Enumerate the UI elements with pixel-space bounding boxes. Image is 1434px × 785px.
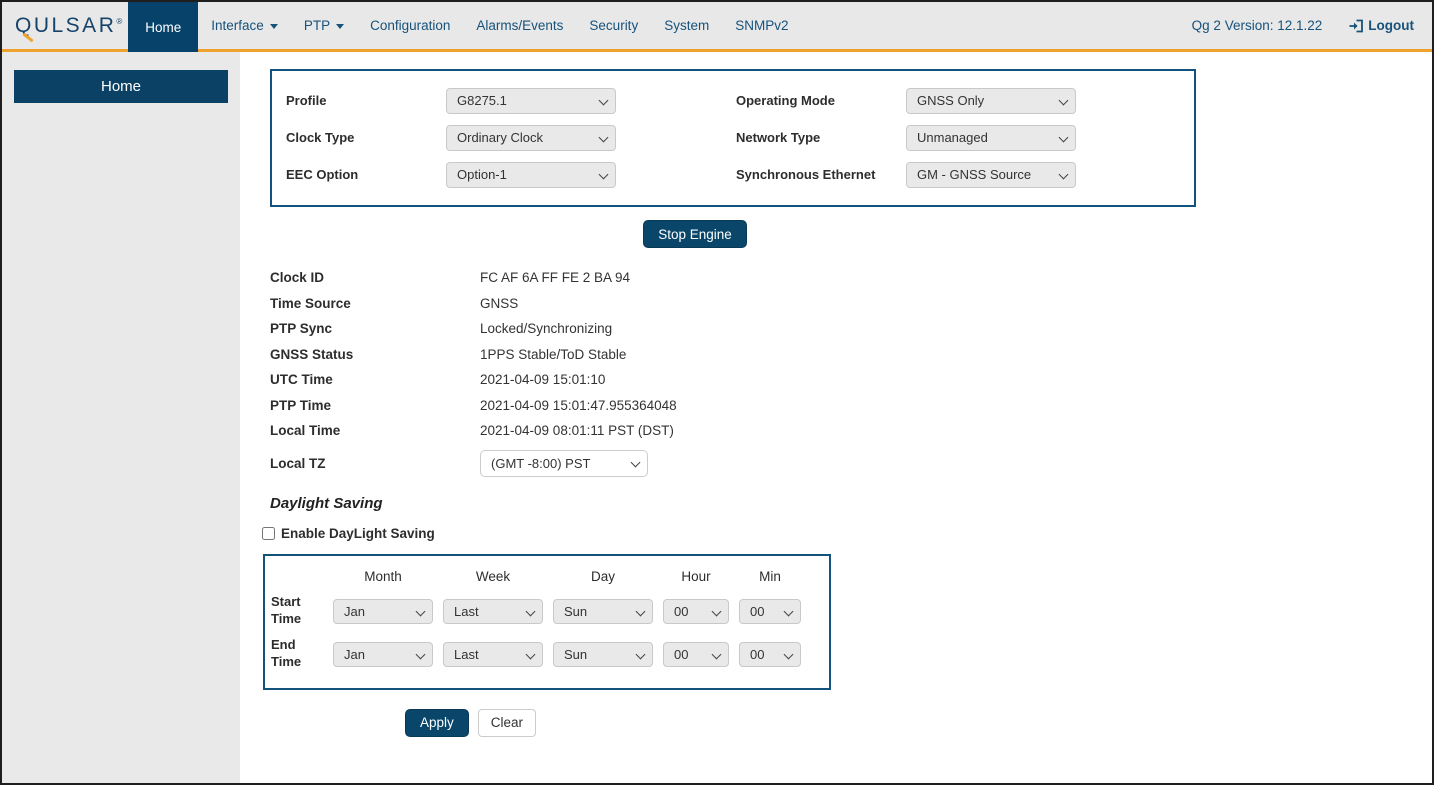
ptp-time-value: 2021-04-09 15:01:47.955364048 [480,398,677,413]
tab-configuration[interactable]: Configuration [357,2,463,49]
profile-select[interactable]: G8275.1 [446,88,616,114]
tab-interface[interactable]: Interface [198,2,291,49]
month-column-header: Month [333,569,433,584]
tab-snmpv2-label: SNMPv2 [735,18,788,33]
min-column-header: Min [739,569,801,584]
synchronous-ethernet-label: Synchronous Ethernet [736,167,906,182]
utc-time-value: 2021-04-09 15:01:10 [480,372,605,387]
start-min-select[interactable]: 00 [739,599,801,624]
engine-config-panel: Profile G8275.1 Operating Mode GNSS Only… [270,69,1196,207]
status-row: GNSS Status 1PPS Stable/ToD Stable [270,342,1432,368]
synchronous-ethernet-select[interactable]: GM - GNSS Source [906,162,1076,188]
start-day-select[interactable]: Sun [553,599,653,624]
tab-snmpv2[interactable]: SNMPv2 [722,2,801,49]
registered-mark: ® [116,17,122,26]
end-week-select[interactable]: Last [443,642,543,667]
tab-ptp[interactable]: PTP [291,2,357,49]
qulsar-logo: QULSAR® [15,14,122,38]
enable-daylight-saving-checkbox[interactable] [262,527,275,540]
clear-button[interactable]: Clear [478,709,536,737]
end-day-select[interactable]: Sun [553,642,653,667]
sidebar: Home [2,52,240,783]
week-column-header: Week [443,569,543,584]
status-row: Time Source GNSS [270,291,1432,317]
end-time-row: End Time Jan Last Sun 00 00 [271,633,829,676]
tab-system[interactable]: System [651,2,722,49]
tab-system-label: System [664,18,709,33]
start-hour-select[interactable]: 00 [663,599,729,624]
gnss-status-value: 1PPS Stable/ToD Stable [480,347,626,362]
top-navbar: QULSAR® Home Interface PTP Configuration… [2,2,1432,52]
status-row: UTC Time 2021-04-09 15:01:10 [270,367,1432,393]
navbar-accent-stripe [2,49,1432,52]
clock-id-value: FC AF 6A FF FE 2 BA 94 [480,270,630,285]
network-type-label: Network Type [736,130,906,145]
status-list: Clock ID FC AF 6A FF FE 2 BA 94 Time Sou… [270,265,1432,444]
tab-interface-label: Interface [211,18,264,33]
end-hour-select[interactable]: 00 [663,642,729,667]
ptp-sync-label: PTP Sync [270,321,480,336]
start-month-select[interactable]: Jan [333,599,433,624]
logout-button[interactable]: Logout [1348,18,1414,34]
daylight-saving-heading: Daylight Saving [270,495,1432,512]
status-row: Local Time 2021-04-09 08:01:11 PST (DST) [270,418,1432,444]
version-label: Qg 2 Version: 12.1.22 [1192,18,1323,33]
operating-mode-label: Operating Mode [736,93,906,108]
tab-ptp-label: PTP [304,18,330,33]
hour-column-header: Hour [663,569,729,584]
end-month-select[interactable]: Jan [333,642,433,667]
end-min-select[interactable]: 00 [739,642,801,667]
main-content: Profile G8275.1 Operating Mode GNSS Only… [240,52,1432,783]
tab-configuration-label: Configuration [370,18,450,33]
sidebar-item-home[interactable]: Home [14,70,228,103]
enable-daylight-saving-label[interactable]: Enable DayLight Saving [281,526,435,541]
start-week-select[interactable]: Last [443,599,543,624]
tab-security-label: Security [589,18,638,33]
dst-schedule-panel: Month Week Day Hour Min Start Time Jan L… [263,554,831,690]
clock-type-select[interactable]: Ordinary Clock [446,125,616,151]
start-time-row: Start Time Jan Last Sun 00 00 [271,590,829,633]
ptp-sync-value: Locked/Synchronizing [480,321,612,336]
profile-label: Profile [286,93,446,108]
local-tz-select[interactable]: (GMT -8:00) PST [480,450,648,477]
local-tz-label: Local TZ [270,456,480,471]
start-time-label: Start Time [271,594,323,628]
end-time-label: End Time [271,637,323,671]
chevron-down-icon [270,24,278,29]
eec-option-label: EEC Option [286,167,446,182]
network-type-select[interactable]: Unmanaged [906,125,1076,151]
clock-type-label: Clock Type [286,130,446,145]
sidebar-item-home-label: Home [101,78,141,95]
status-row: PTP Time 2021-04-09 15:01:47.955364048 [270,393,1432,419]
ptp-time-label: PTP Time [270,398,480,413]
time-source-value: GNSS [480,296,518,311]
clock-id-label: Clock ID [270,270,480,285]
time-source-label: Time Source [270,296,480,311]
local-time-label: Local Time [270,423,480,438]
logo-text: QULSAR [15,14,116,38]
tab-home-label: Home [145,20,181,35]
eec-option-select[interactable]: Option-1 [446,162,616,188]
chevron-down-icon [336,24,344,29]
stop-engine-button[interactable]: Stop Engine [643,220,747,248]
tab-alarms-events-label: Alarms/Events [476,18,563,33]
day-column-header: Day [553,569,653,584]
tab-security[interactable]: Security [576,2,651,49]
tab-home[interactable]: Home [128,2,198,52]
status-row: PTP Sync Locked/Synchronizing [270,316,1432,342]
logout-icon [1348,18,1364,34]
apply-button[interactable]: Apply [405,709,469,737]
logout-label: Logout [1368,18,1414,33]
status-row: Clock ID FC AF 6A FF FE 2 BA 94 [270,265,1432,291]
utc-time-label: UTC Time [270,372,480,387]
local-time-value: 2021-04-09 08:01:11 PST (DST) [480,423,674,438]
gnss-status-label: GNSS Status [270,347,480,362]
operating-mode-select[interactable]: GNSS Only [906,88,1076,114]
tab-alarms-events[interactable]: Alarms/Events [463,2,576,49]
